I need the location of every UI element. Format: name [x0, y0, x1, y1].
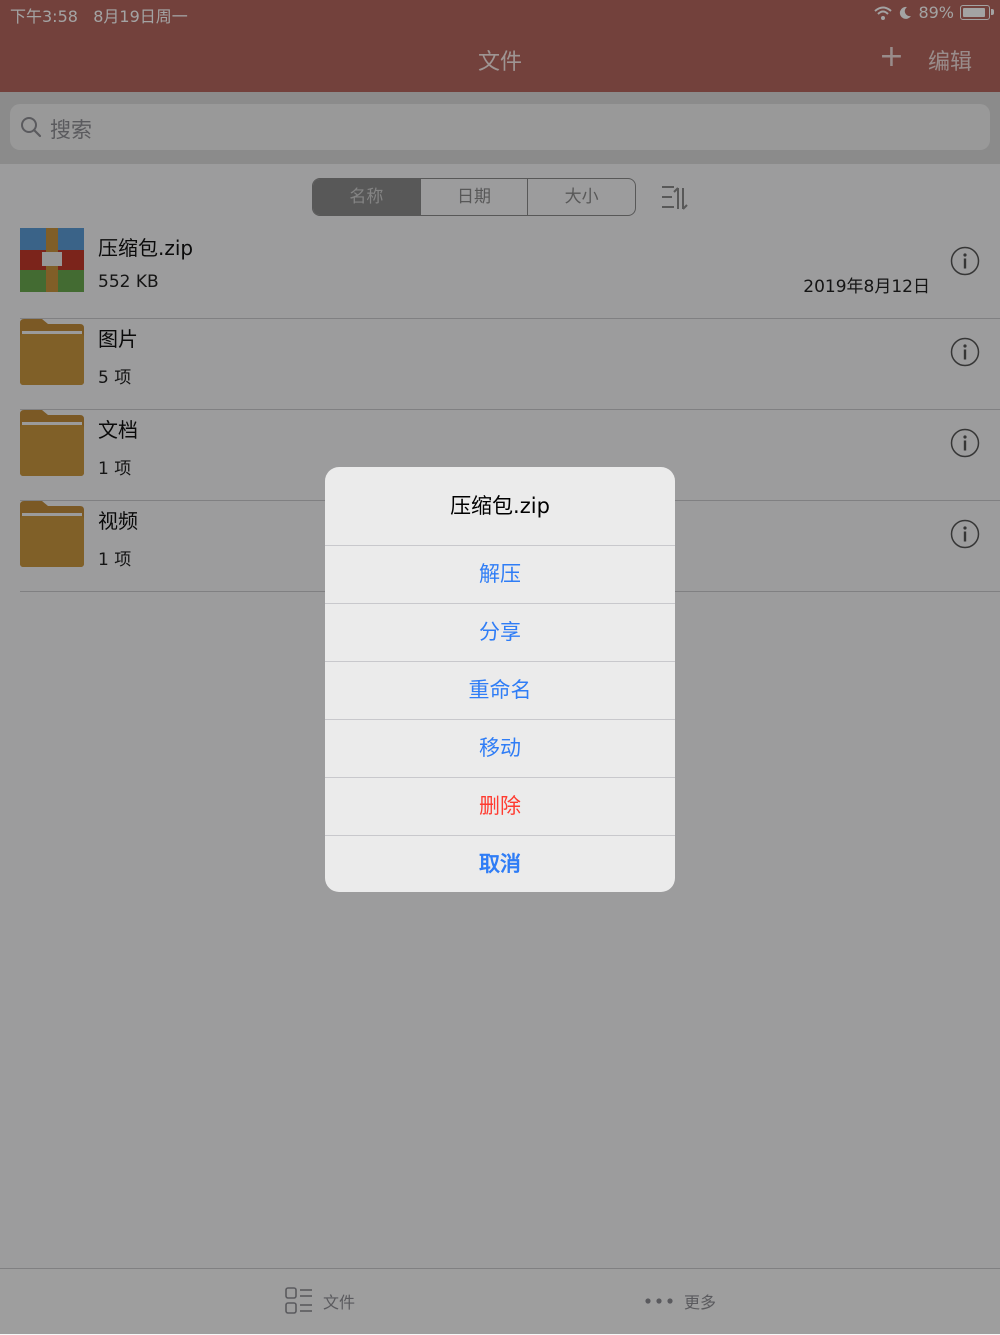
move-button[interactable]: 移动 — [325, 720, 675, 778]
share-button[interactable]: 分享 — [325, 604, 675, 662]
delete-button[interactable]: 删除 — [325, 778, 675, 836]
action-sheet-title: 压缩包.zip — [325, 467, 675, 546]
extract-button[interactable]: 解压 — [325, 546, 675, 604]
cancel-button[interactable]: 取消 — [325, 836, 675, 892]
rename-button[interactable]: 重命名 — [325, 662, 675, 720]
action-sheet: 压缩包.zip 解压 分享 重命名 移动 删除 取消 — [325, 467, 675, 892]
